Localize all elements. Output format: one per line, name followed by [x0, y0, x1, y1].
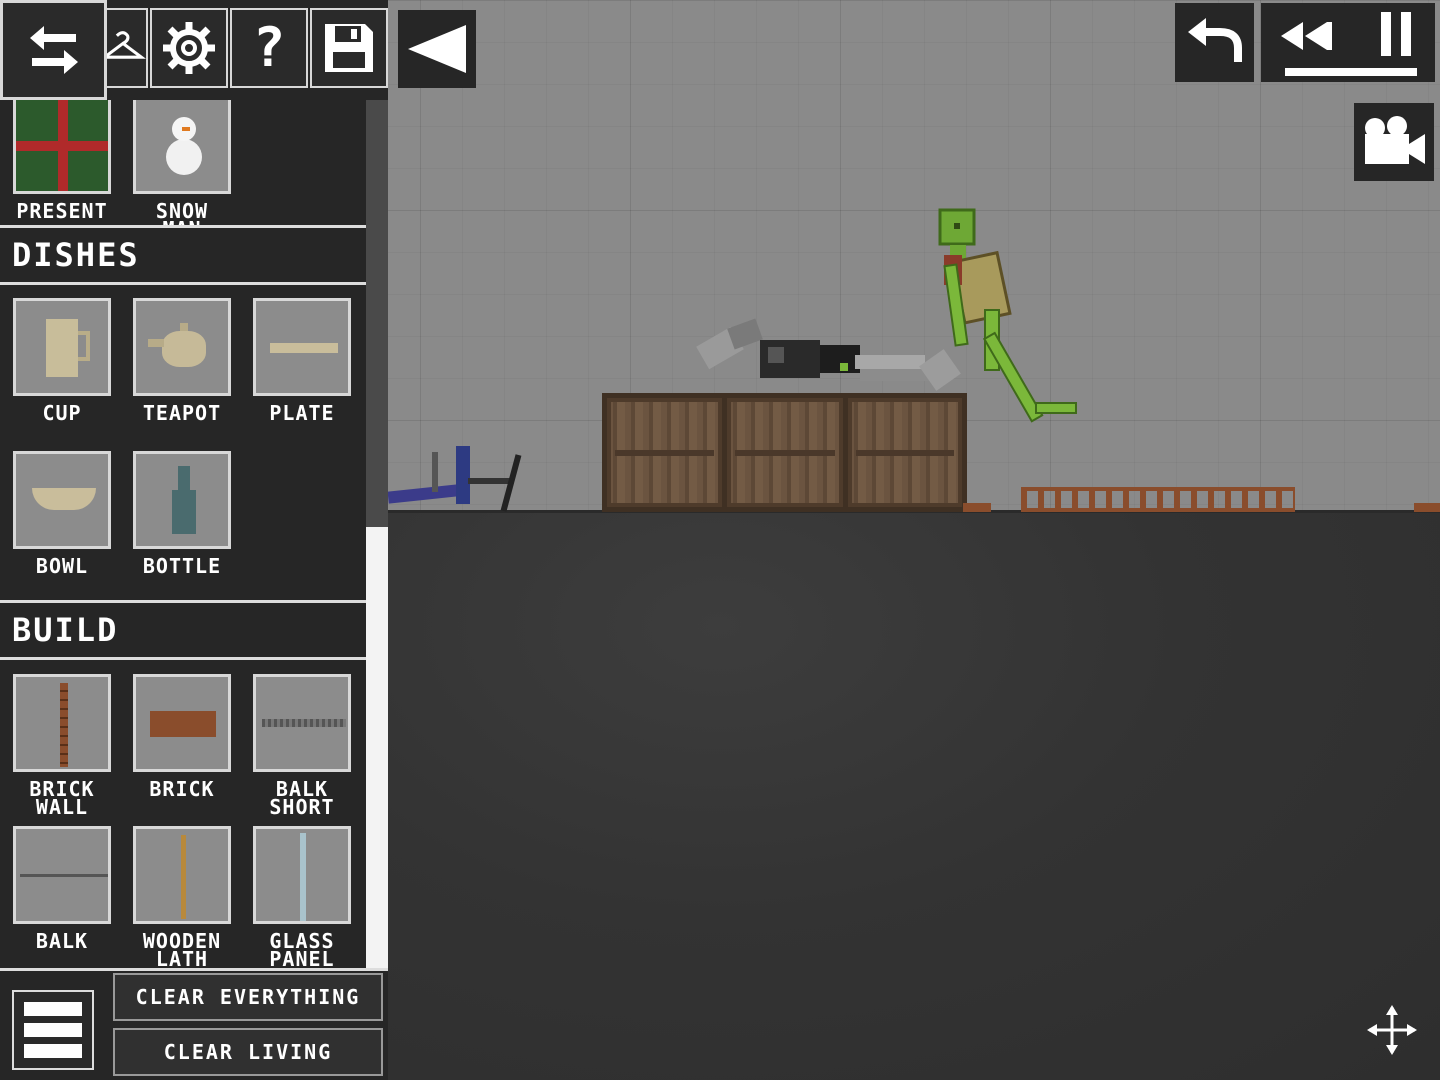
rewind-button[interactable]: [1278, 12, 1334, 60]
camera-button[interactable]: [1354, 103, 1434, 181]
menu-icon: [24, 1023, 82, 1037]
category-misc-grid: PRESENT SNOW MAN: [0, 96, 366, 239]
spawn-item-balk-short[interactable]: BALK SHORT: [242, 674, 362, 819]
item-label: CUP: [42, 401, 82, 425]
pause-icon: [1381, 12, 1411, 56]
balk-short-icon: [253, 674, 351, 772]
spawn-item-brick[interactable]: BRICK: [122, 674, 242, 801]
collapse-panel-button[interactable]: [398, 10, 476, 88]
clear-everything-button[interactable]: CLEAR EVERYTHING: [113, 973, 383, 1021]
melon-ragdoll[interactable]: [930, 205, 1080, 430]
spawn-item-balk[interactable]: BALK: [2, 826, 122, 953]
teapot-icon: [133, 298, 231, 396]
spawn-item-present[interactable]: PRESENT: [2, 96, 122, 223]
settings-button[interactable]: [150, 8, 228, 88]
undo-icon: [1187, 17, 1242, 62]
spawn-menu-panel[interactable]: PRESENT SNOW MAN DISHES CUP: [0, 0, 388, 1080]
item-label: BRICK WALL: [29, 777, 95, 819]
swap-button[interactable]: [0, 0, 107, 100]
save-button[interactable]: [310, 8, 388, 88]
time-scale-slider[interactable]: [1285, 68, 1417, 76]
item-label: BALK SHORT: [269, 777, 335, 819]
rewind-icon: [1281, 22, 1332, 50]
brick-fence[interactable]: [1021, 487, 1295, 512]
spawn-item-wooden-lath[interactable]: WOODEN LATH: [122, 826, 242, 971]
category-build-grid: BRICK WALL BRICK BALK SHORT BALK WOODEN …: [0, 660, 366, 971]
item-label: BOWL: [35, 554, 89, 578]
spawn-item-glass-panel[interactable]: GLASS PANEL: [242, 826, 362, 971]
item-label: WOODEN LATH: [142, 929, 222, 971]
balk-icon: [13, 826, 111, 924]
question-icon: ?: [252, 16, 286, 79]
item-label: PLATE: [269, 401, 335, 425]
wooden-crate[interactable]: [602, 393, 727, 512]
wheelchair-object[interactable]: [388, 440, 528, 515]
plate-icon: [253, 298, 351, 396]
brick-icon: [133, 674, 231, 772]
brick-piece[interactable]: [1414, 503, 1440, 512]
snowman-icon: [133, 96, 231, 194]
gear-icon: [163, 22, 215, 74]
pause-button[interactable]: [1370, 8, 1422, 60]
spawn-item-bottle[interactable]: BOTTLE: [122, 451, 242, 578]
item-label: GLASS PANEL: [269, 929, 335, 971]
spawn-item-cup[interactable]: CUP: [2, 298, 122, 425]
menu-icon: [24, 1002, 82, 1016]
cup-icon: [13, 298, 111, 396]
spawn-item-brick-wall[interactable]: BRICK WALL: [2, 674, 122, 819]
spawn-item-plate[interactable]: PLATE: [242, 298, 362, 425]
item-label: BALK: [35, 929, 89, 953]
spawn-item-bowl[interactable]: BOWL: [2, 451, 122, 578]
spawn-item-snowman[interactable]: SNOW MAN: [122, 96, 242, 239]
top-toolbar: ?: [0, 0, 388, 100]
clear-living-button[interactable]: CLEAR LIVING: [113, 1028, 383, 1076]
brick-piece[interactable]: [963, 503, 991, 512]
move-camera-button[interactable]: [1362, 1000, 1422, 1060]
swap-arrows-icon: [29, 26, 78, 74]
camera-icon: [1365, 116, 1425, 164]
menu-icon: [24, 1044, 82, 1058]
bottle-icon: [133, 451, 231, 549]
category-dishes-grid: CUP TEAPOT PLATE BOWL BOTTLE: [0, 285, 366, 600]
item-label: BOTTLE: [142, 554, 222, 578]
help-button[interactable]: ?: [230, 8, 308, 88]
spawn-item-teapot[interactable]: TEAPOT: [122, 298, 242, 425]
bowl-icon: [13, 451, 111, 549]
wooden-lath-icon: [133, 826, 231, 924]
item-label: BRICK: [149, 777, 215, 801]
item-label: PRESENT: [16, 199, 108, 223]
item-label: TEAPOT: [142, 401, 222, 425]
present-icon: [13, 96, 111, 194]
category-header-dishes[interactable]: DISHES: [0, 225, 366, 285]
menu-button[interactable]: [12, 990, 94, 1070]
collapse-triangle-icon: [408, 25, 466, 73]
brick-wall-icon: [13, 674, 111, 772]
wooden-crate[interactable]: [722, 393, 848, 512]
category-header-build[interactable]: BUILD: [0, 600, 366, 660]
move-arrows-icon: [1367, 1005, 1417, 1055]
scrollbar-thumb[interactable]: [366, 527, 388, 968]
glass-panel-icon: [253, 826, 351, 924]
save-icon: [325, 24, 373, 72]
undo-button[interactable]: [1175, 3, 1254, 82]
